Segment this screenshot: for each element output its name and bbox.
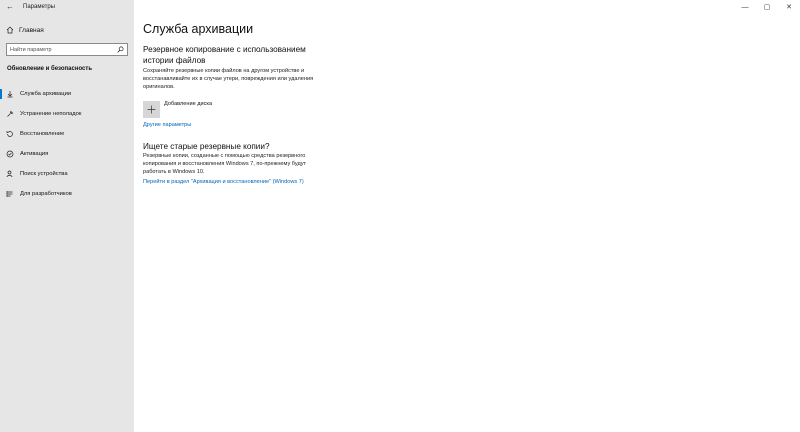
more-options-link[interactable]: Другие параметры [143, 122, 191, 128]
section-heading: Обновление и безопасность [7, 66, 93, 72]
sidebar: ← Параметры Главная Обновление и безопас… [0, 0, 134, 432]
history-desc-line1: Сохраняйте резервные копии файлов на дру… [143, 68, 305, 74]
sidebar-item-troubleshoot[interactable]: Устранение неполадок [0, 107, 134, 121]
sidebar-item-developers[interactable]: Для разработчиков [0, 187, 134, 201]
check-circle-icon [6, 150, 14, 158]
old-backups-heading: Ищете старые резервные копии? [143, 142, 270, 151]
window-title: Параметры [23, 4, 55, 10]
sidebar-item-home[interactable]: Главная [6, 26, 44, 34]
person-location-icon [6, 170, 14, 178]
add-drive-button[interactable] [143, 101, 160, 118]
window-controls: — ▢ ✕ [734, 0, 800, 14]
history-desc-line2: восстанавливайте их в случае утери, повр… [143, 76, 314, 82]
sidebar-item-label: Для разработчиков [20, 191, 72, 197]
old-backups-desc-line1: Резервные копии, созданные с помощью сре… [143, 153, 306, 159]
plus-icon [147, 101, 156, 119]
sidebar-item-label: Активация [20, 151, 49, 157]
history-desc-line3: оригиналов. [143, 84, 175, 90]
add-drive-label[interactable]: Добавление диска [164, 101, 212, 107]
search-input[interactable] [10, 44, 110, 55]
home-icon [6, 26, 14, 34]
sidebar-item-label: Поиск устройства [20, 171, 68, 177]
sidebar-item-label: Служба архивации [20, 91, 72, 97]
backup-arrow-icon [6, 90, 14, 98]
old-backups-desc-line3: работать в Windows 10. [143, 169, 205, 175]
maximize-icon: ▢ [763, 4, 771, 11]
sidebar-item-backup[interactable]: Служба архивации [0, 87, 134, 101]
sidebar-item-activation[interactable]: Активация [0, 147, 134, 161]
close-icon: ✕ [786, 4, 792, 11]
sidebar-item-label: Главная [19, 26, 44, 34]
history-heading-line2: истории файлов [143, 56, 206, 65]
selection-indicator [0, 89, 2, 99]
minimize-icon: — [741, 3, 749, 11]
history-heading-line1: Резервное копирование с использованием [143, 45, 306, 54]
recovery-icon [6, 130, 14, 138]
main-content: — ▢ ✕ Служба архивации Резервное копиров… [134, 0, 800, 432]
sidebar-item-label: Восстановление [20, 131, 65, 137]
developer-icon [6, 190, 14, 198]
backup-restore-link[interactable]: Перейти в раздел "Архивация и восстановл… [143, 179, 304, 185]
back-arrow-icon[interactable]: ← [6, 2, 14, 12]
page-title: Служба архивации [143, 22, 254, 36]
search-icon[interactable] [116, 46, 124, 54]
wrench-icon [6, 110, 14, 118]
sidebar-item-recovery[interactable]: Восстановление [0, 127, 134, 141]
sidebar-item-label: Устранение неполадок [20, 111, 82, 117]
sidebar-item-find-device[interactable]: Поиск устройства [0, 167, 134, 181]
old-backups-desc-line2: копирования и восстановления Windows 7, … [143, 161, 307, 167]
minimize-button[interactable]: — [734, 0, 756, 14]
search-box[interactable] [6, 43, 128, 56]
close-button[interactable]: ✕ [778, 0, 800, 14]
maximize-button[interactable]: ▢ [756, 0, 778, 14]
